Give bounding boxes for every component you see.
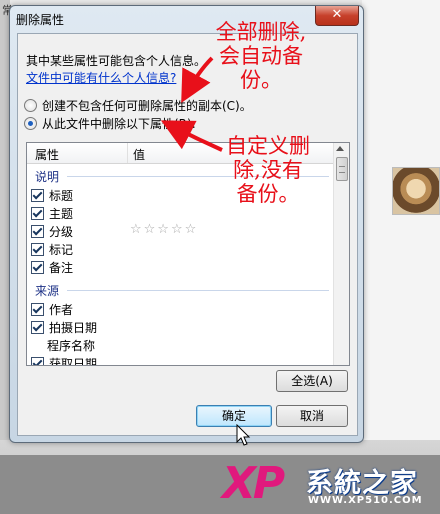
mouse-cursor-icon (236, 424, 251, 446)
arrow-to-remove-option (160, 120, 223, 152)
arrow-to-copy-option (181, 56, 214, 104)
site-logo: XP 系統之家 WWW.XP510.COM (222, 459, 436, 511)
annotation-arrows (160, 56, 223, 152)
logo-xp-text: XP (222, 458, 285, 509)
logo-url: WWW.XP510.COM (308, 495, 423, 506)
